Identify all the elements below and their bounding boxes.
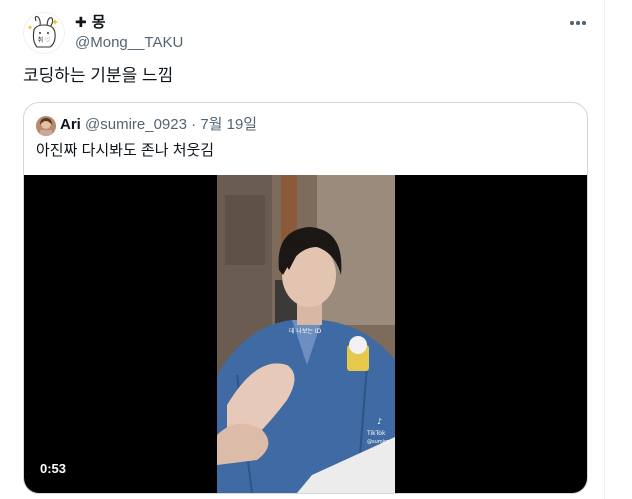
video-caption: 데 나보는 ID <box>289 327 322 335</box>
cross-icon: ✚ <box>75 14 87 30</box>
quote-header: Ari @sumire_0923 · 7월 19일 <box>60 115 257 135</box>
tweet[interactable]: 취 ♡ ✚ 몽 @Mong__TAKU 코딩하는 기분을 느낌 Ari @sumi… <box>0 0 605 499</box>
tiktok-watermark: TikTok <box>366 430 386 437</box>
tiktok-watermark-handle: @sumire <box>367 439 389 445</box>
more-dots-icon <box>570 21 574 25</box>
user-avatar[interactable]: 취 ♡ <box>23 12 65 54</box>
quote-avatar-image <box>36 116 56 136</box>
more-dots-icon <box>582 21 586 25</box>
video-player[interactable]: 데 나보는 ID ♪ TikTok @sumire 0:53 <box>24 175 587 493</box>
more-options-button[interactable] <box>566 14 590 32</box>
bunny-drawing-icon: 취 ♡ <box>27 15 58 48</box>
display-name-text: 몽 <box>91 14 106 31</box>
tiktok-logo-icon: ♪ <box>377 417 382 426</box>
quote-author-name[interactable]: Ari <box>60 116 81 133</box>
avatar-text: 취 ♡ <box>38 36 51 44</box>
quote-author-handle[interactable]: @sumire_0923 <box>85 116 187 133</box>
separator-dot: · <box>191 116 197 133</box>
more-dots-icon <box>576 21 580 25</box>
display-name[interactable]: ✚ 몽 <box>75 12 106 33</box>
quote-avatar[interactable] <box>36 116 56 136</box>
quote-text: 아진짜 다시봐도 존나 처웃김 <box>36 142 215 159</box>
user-handle[interactable]: @Mong__TAKU <box>75 33 183 53</box>
quote-tweet[interactable]: Ari @sumire_0923 · 7월 19일 아진짜 다시봐도 존나 처웃… <box>23 102 588 494</box>
video-frame[interactable]: 데 나보는 ID ♪ TikTok @sumire <box>217 175 395 493</box>
video-thumbnail: 데 나보는 ID ♪ TikTok @sumire <box>217 175 395 493</box>
quote-date[interactable]: 7월 19일 <box>200 116 257 133</box>
tweet-text: 코딩하는 기분을 느낌 <box>23 66 174 85</box>
video-duration: 0:53 <box>34 459 73 478</box>
